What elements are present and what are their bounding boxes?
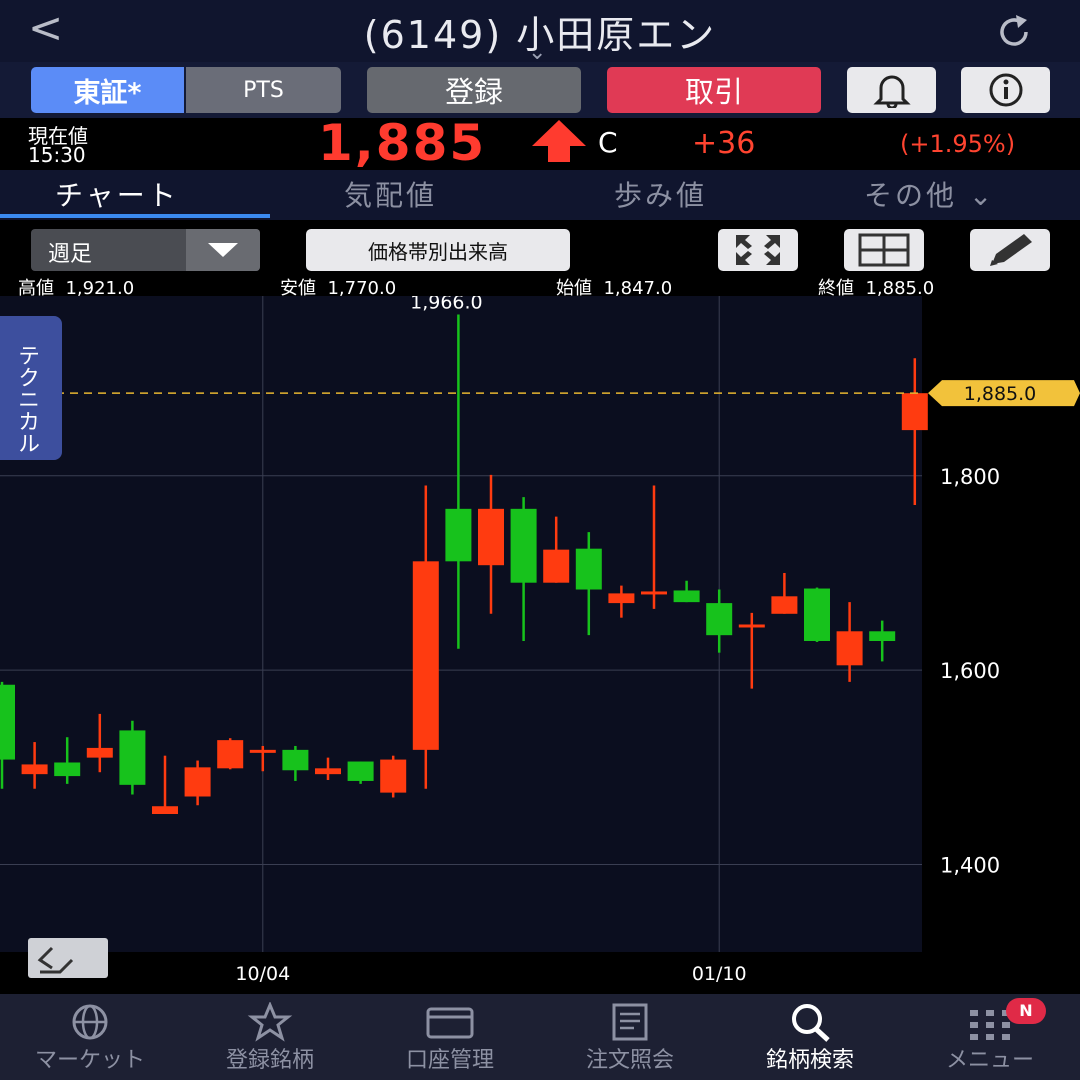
globe-icon [72, 1004, 108, 1040]
candle-body [706, 603, 733, 636]
candle-body [738, 624, 765, 628]
candle-body [282, 749, 309, 771]
candle-body [869, 631, 896, 642]
tse-market-button[interactable]: 東証* [31, 67, 184, 113]
nav-search-label: 銘柄検索 [765, 1048, 854, 1073]
candlestick-chart[interactable]: 1,400 1,600 1,800 10/04 01/10 1,966.0 1,885.0 [0, 296, 1080, 996]
price-change: +36 [692, 126, 756, 161]
price-change-percent: (+1.95%) [900, 130, 1016, 158]
current-price: 1,885 [318, 114, 487, 172]
candle-body [641, 591, 667, 595]
chart-plot-area [0, 296, 922, 952]
current-price-label: 1,885.0 [964, 383, 1037, 405]
candle-body [217, 740, 244, 769]
arrow-up-icon [532, 120, 586, 162]
candle-body [249, 749, 276, 753]
info-button[interactable] [961, 67, 1050, 113]
candle-body [510, 508, 537, 583]
candle-body [771, 596, 798, 614]
expand-icon [736, 235, 780, 265]
chart-date-area [0, 952, 922, 996]
x-tick-label: 10/04 [235, 963, 290, 985]
trade-button[interactable]: 取引 [607, 67, 821, 113]
tab-other[interactable]: その他 ⌄ [864, 174, 995, 214]
candle-body [445, 508, 472, 562]
volume-profile-button[interactable]: 価格帯別出来高 [306, 229, 570, 271]
candle-body [184, 767, 211, 797]
nav-search[interactable]: 銘柄検索 [720, 994, 900, 1080]
period-dropdown-button[interactable] [186, 229, 260, 271]
tab-chart[interactable]: チャート [55, 174, 179, 214]
pencil-icon [990, 234, 1032, 266]
alert-button[interactable] [847, 67, 936, 113]
candle-body [119, 730, 146, 785]
nav-watchlist-label: 登録銘柄 [225, 1048, 314, 1073]
candle-body [804, 588, 830, 642]
layout-button[interactable] [844, 229, 924, 271]
period-select-value: 週足 [48, 242, 93, 267]
notification-badge: N [1006, 998, 1046, 1024]
bell-icon [872, 75, 911, 108]
candle-body [575, 548, 602, 590]
search-icon [792, 1004, 830, 1042]
info-icon [989, 73, 1022, 107]
candle-body [543, 549, 570, 583]
nav-menu-label: メニュー [945, 1048, 1034, 1073]
price-time: 15:30 [28, 143, 86, 167]
draw-button[interactable] [970, 229, 1050, 271]
refresh-icon[interactable] [994, 12, 1034, 52]
nav-orders-label: 注文照会 [585, 1048, 674, 1073]
candle-body [21, 764, 48, 775]
grid-icon [858, 233, 910, 267]
candle-body [54, 762, 81, 777]
nav-account[interactable]: 口座管理 [360, 994, 540, 1080]
tab-quotes[interactable]: 気配値 [344, 174, 437, 214]
candle-body [673, 590, 700, 603]
nav-orders[interactable]: 注文照会 [540, 994, 720, 1080]
pts-market-button[interactable]: PTS [186, 67, 341, 113]
candle-body [412, 561, 439, 750]
tab-ticks[interactable]: 歩み値 [614, 174, 707, 214]
y-tick-label: 1,800 [940, 465, 1000, 489]
document-icon [612, 1003, 648, 1041]
nav-account-label: 口座管理 [405, 1048, 494, 1073]
candle-body [836, 631, 863, 666]
nav-menu[interactable]: メニュー [900, 994, 1080, 1080]
nav-market[interactable]: マーケット [0, 994, 180, 1080]
candle-body [380, 759, 407, 793]
nav-market-label: マーケット [34, 1048, 145, 1073]
star-icon [247, 1002, 293, 1042]
active-tab-indicator [0, 214, 270, 218]
candle-body [901, 393, 928, 431]
candle-body [152, 806, 178, 814]
close-flag: C [598, 126, 618, 159]
high-annotation: 1,966.0 [410, 296, 483, 313]
caret-down-icon [208, 243, 238, 257]
fullscreen-button[interactable] [718, 229, 798, 271]
candle-body [315, 768, 341, 775]
technical-label: テクニカル [14, 344, 39, 454]
register-button[interactable]: 登録 [367, 67, 581, 113]
candle-body [478, 508, 504, 566]
candle-body [86, 747, 113, 758]
x-tick-label: 01/10 [692, 963, 747, 985]
nav-watchlist[interactable]: 登録銘柄 [180, 994, 360, 1080]
y-tick-label: 1,400 [940, 854, 1000, 878]
candle-body [608, 593, 635, 604]
candle-body [0, 684, 15, 760]
card-icon [426, 1007, 474, 1039]
candle-body [347, 761, 374, 781]
y-tick-label: 1,600 [940, 659, 1000, 683]
